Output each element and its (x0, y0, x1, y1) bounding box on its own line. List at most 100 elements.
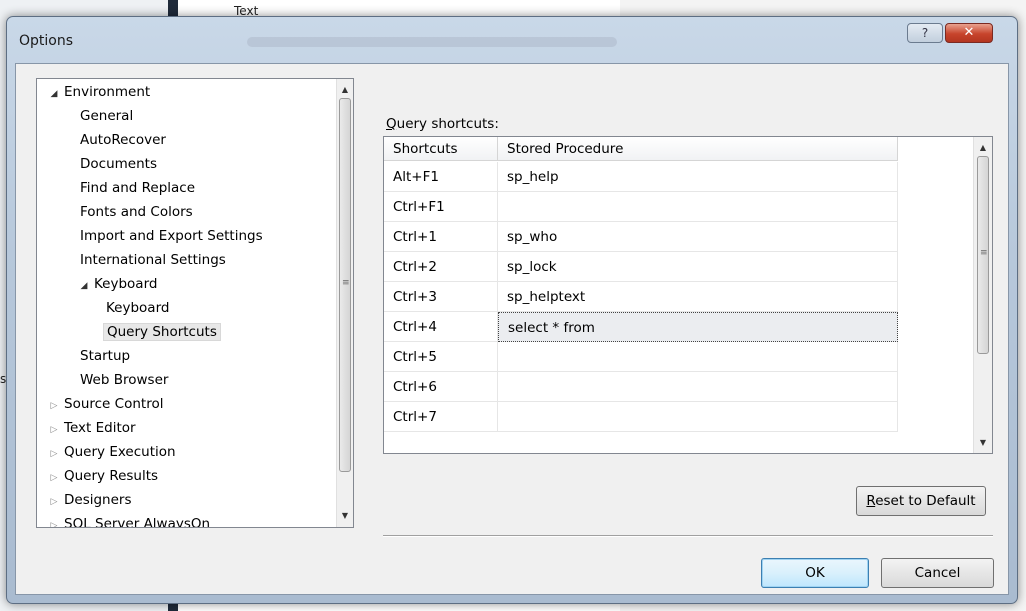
shortcut-cell: Ctrl+2 (384, 252, 498, 282)
shortcut-cell: Ctrl+1 (384, 222, 498, 252)
cancel-button[interactable]: Cancel (881, 558, 994, 588)
tree-item-label: Keyboard (106, 300, 170, 316)
collapsed-triangle-icon[interactable]: ▷ (47, 395, 61, 417)
tree-item-label: Web Browser (80, 372, 169, 388)
column-header-stored-procedure[interactable]: Stored Procedure (498, 137, 898, 161)
tree-item[interactable]: Keyboard (103, 297, 172, 319)
tree-item[interactable]: Find and Replace (77, 177, 198, 199)
stored-procedure-cell[interactable]: select * from (498, 312, 898, 342)
tree-item-label: International Settings (80, 252, 226, 268)
column-header-shortcuts[interactable]: Shortcuts (384, 137, 498, 161)
scroll-down-arrow-icon[interactable]: ▼ (337, 507, 353, 524)
tree-item[interactable]: Startup (77, 345, 133, 367)
collapsed-triangle-icon[interactable]: ▷ (47, 443, 61, 465)
tree-item-label: Import and Export Settings (80, 228, 263, 244)
title-bar-blur (247, 37, 617, 47)
dialog-client-area: ◢ Environment General AutoRecover Documents F… (15, 63, 1009, 595)
tree-item[interactable]: Web Browser (77, 369, 171, 391)
collapsed-triangle-icon[interactable]: ▷ (47, 419, 61, 441)
table-row[interactable]: Ctrl+7 (384, 402, 898, 432)
table-row[interactable]: Ctrl+4 select * from (384, 312, 898, 342)
tree-item-label: Query Execution (64, 444, 176, 460)
scroll-up-arrow-icon[interactable]: ▲ (337, 81, 353, 98)
tree-item-label: Find and Replace (80, 180, 196, 196)
expanded-triangle-icon[interactable]: ◢ (47, 83, 61, 105)
tree-scroll-thumb[interactable]: ≡ (339, 98, 351, 472)
table-row[interactable]: Ctrl+5 (384, 342, 898, 372)
tree-item[interactable]: Documents (77, 153, 160, 175)
tree-item-label: Startup (80, 348, 131, 364)
table-row[interactable]: Ctrl+6 (384, 372, 898, 402)
tree-item[interactable]: ▷ SQL Server AlwaysOn (47, 513, 213, 528)
tree-item-label: Query Shortcuts (103, 323, 221, 341)
table-row[interactable]: Ctrl+1 sp_who (384, 222, 898, 252)
options-tree[interactable]: ◢ Environment General AutoRecover Documents F… (36, 78, 354, 528)
stored-procedure-cell[interactable]: sp_lock (498, 252, 898, 282)
scroll-down-arrow-icon[interactable]: ▼ (975, 434, 991, 451)
tree-item[interactable]: ▷ Text Editor (47, 417, 139, 439)
table-row[interactable]: Alt+F1 sp_help (384, 162, 898, 192)
tree-item[interactable]: International Settings (77, 249, 229, 271)
tree-item[interactable]: ▷ Designers (47, 489, 135, 511)
tree-item-label: General (80, 108, 134, 124)
tree-item[interactable]: AutoRecover (77, 129, 169, 151)
stored-procedure-cell[interactable] (498, 342, 898, 372)
shortcut-cell: Ctrl+3 (384, 282, 498, 312)
collapsed-triangle-icon[interactable]: ▷ (47, 491, 61, 513)
tree-item[interactable]: ◢ Environment (47, 81, 153, 103)
reset-to-default-button[interactable]: Reset to Default (856, 486, 986, 516)
tree-item-label: Documents (80, 156, 157, 172)
grid-scroll-thumb[interactable]: ≡ (977, 156, 989, 354)
shortcut-cell: Ctrl+5 (384, 342, 498, 372)
stored-procedure-cell[interactable]: sp_help (498, 162, 898, 192)
tree-item-label: Source Control (64, 396, 164, 412)
shortcut-cell: Alt+F1 (384, 162, 498, 192)
shortcut-cell: Ctrl+7 (384, 402, 498, 432)
grip-icon: ≡ (342, 278, 350, 288)
stored-procedure-cell[interactable]: sp_helptext (498, 282, 898, 312)
tree-item-label: AutoRecover (80, 132, 166, 148)
tree-item-label: Query Results (64, 468, 159, 484)
grid-header: Shortcuts Stored Procedure (384, 137, 898, 161)
shortcut-cell: Ctrl+6 (384, 372, 498, 402)
stored-procedure-cell[interactable] (498, 372, 898, 402)
table-row[interactable]: Ctrl+3 sp_helptext (384, 282, 898, 312)
help-button[interactable]: ? (907, 23, 943, 43)
grid-scrollbar[interactable]: ▲ ≡ ▼ (973, 137, 992, 453)
dialog-separator (383, 535, 993, 537)
tree-item[interactable]: ▷ Query Execution (47, 441, 179, 463)
tree-item[interactable]: Import and Export Settings (77, 225, 266, 247)
stored-procedure-cell[interactable]: sp_who (498, 222, 898, 252)
stored-procedure-cell[interactable] (498, 402, 898, 432)
collapsed-triangle-icon[interactable]: ▷ (47, 467, 61, 489)
tree-item-label: Keyboard (94, 276, 158, 292)
tree-item[interactable]: General (77, 105, 136, 127)
shortcut-cell: Ctrl+4 (384, 312, 498, 342)
tree-item[interactable]: Query Shortcuts (103, 321, 221, 343)
tree-item-label: Environment (64, 84, 151, 100)
tree-item-label: Text Editor (64, 420, 136, 436)
tree-item[interactable]: ◢ Keyboard (77, 273, 160, 295)
title-bar[interactable]: Options ? ✕ (7, 17, 1017, 67)
tree-item-label: Designers (64, 492, 132, 508)
tree-item[interactable]: ▷ Query Results (47, 465, 161, 487)
grip-icon: ≡ (980, 248, 988, 258)
tree-item-label: Fonts and Colors (80, 204, 193, 220)
close-button[interactable]: ✕ (945, 23, 993, 43)
tree-item[interactable]: ▷ Source Control (47, 393, 166, 415)
scroll-up-arrow-icon[interactable]: ▲ (975, 139, 991, 156)
options-dialog: Options ? ✕ ◢ Environment General AutoRecov… (6, 16, 1018, 604)
stored-procedure-cell[interactable] (498, 192, 898, 222)
query-shortcuts-label: Query shortcuts: (386, 116, 499, 132)
tree-item[interactable]: Fonts and Colors (77, 201, 196, 223)
collapsed-triangle-icon[interactable]: ▷ (47, 515, 61, 527)
table-row[interactable]: Ctrl+2 sp_lock (384, 252, 898, 282)
ok-button[interactable]: OK (761, 558, 869, 588)
expanded-triangle-icon[interactable]: ◢ (77, 275, 91, 297)
shortcut-cell: Ctrl+F1 (384, 192, 498, 222)
table-row[interactable]: Ctrl+F1 (384, 192, 898, 222)
tree-scrollbar[interactable]: ▲ ≡ ▼ (336, 79, 353, 527)
dialog-title: Options (19, 33, 74, 49)
query-shortcuts-grid[interactable]: Shortcuts Stored Procedure Alt+F1 sp_help… (383, 136, 993, 454)
tree-item-label: SQL Server AlwaysOn (64, 516, 211, 528)
